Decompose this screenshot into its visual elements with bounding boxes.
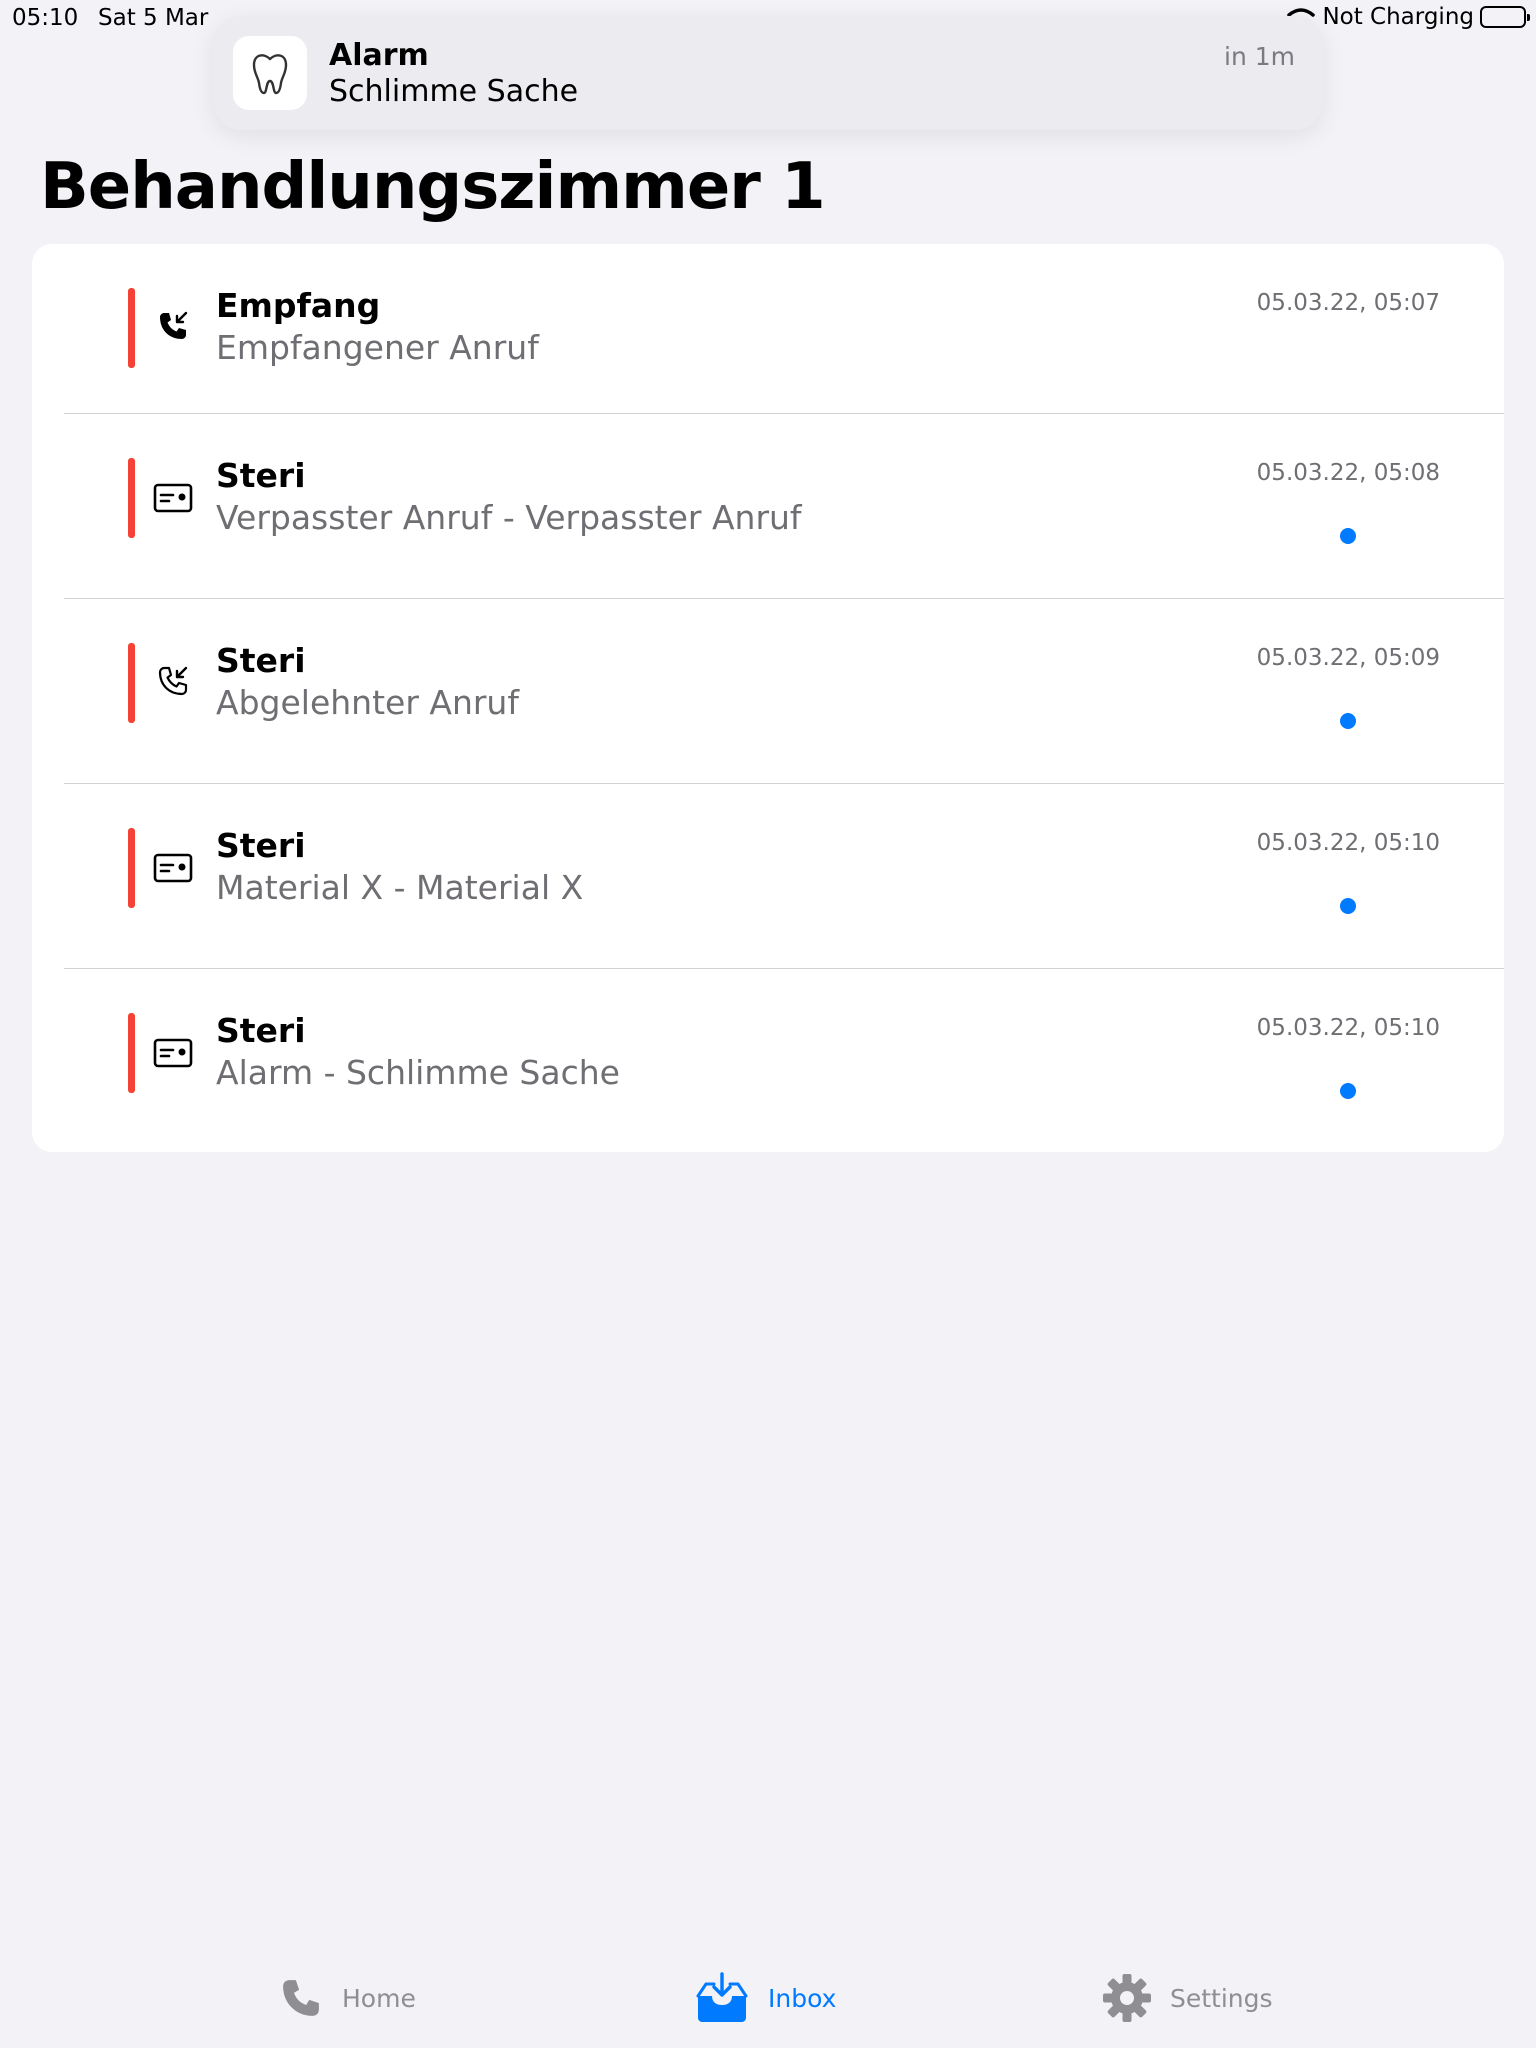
item-timestamp: 05.03.22, 05:08 — [1256, 460, 1440, 486]
unread-dot — [1340, 1083, 1356, 1099]
unread-dot — [1340, 898, 1356, 914]
notification-body: Schlimme Sache — [329, 74, 579, 109]
inbox-icon — [694, 1972, 750, 2024]
phone-icon — [278, 1975, 324, 2021]
priority-indicator — [128, 458, 135, 538]
priority-indicator — [128, 1013, 135, 1093]
battery-icon — [1480, 6, 1530, 28]
tooth-icon — [233, 36, 307, 110]
tab-label: Inbox — [768, 1983, 837, 2013]
list-item[interactable]: Empfang Empfangener Anruf 05.03.22, 05:0… — [64, 244, 1504, 414]
priority-indicator — [128, 643, 135, 723]
status-time: 05:10 — [12, 5, 79, 31]
item-timestamp: 05.03.22, 05:10 — [1256, 1015, 1440, 1041]
notification-title: Alarm — [329, 38, 429, 73]
charging-status: Not Charging — [1322, 4, 1474, 30]
list-item[interactable]: Steri Alarm - Schlimme Sache 05.03.22, 0… — [64, 969, 1504, 1152]
tab-bar: Home Inbox Settings — [0, 1948, 1536, 2048]
notification-banner[interactable]: Alarm Schlimme Sache in 1m — [213, 16, 1323, 130]
item-title: Steri — [216, 1011, 306, 1050]
tab-label: Settings — [1170, 1983, 1273, 2013]
notification-time: in 1m — [1224, 42, 1295, 71]
item-timestamp: 05.03.22, 05:07 — [1256, 290, 1440, 316]
status-right: Not Charging — [1286, 4, 1530, 30]
list-item[interactable]: Steri Abgelehnter Anruf 05.03.22, 05:09 — [64, 599, 1504, 784]
message-card-icon — [152, 477, 194, 519]
item-timestamp: 05.03.22, 05:09 — [1256, 645, 1440, 671]
declined-call-icon — [152, 660, 194, 702]
item-subtitle: Alarm - Schlimme Sache — [216, 1053, 620, 1092]
message-card-icon — [152, 847, 194, 889]
item-timestamp: 05.03.22, 05:10 — [1256, 830, 1440, 856]
item-subtitle: Empfangener Anruf — [216, 328, 539, 367]
item-subtitle: Abgelehnter Anruf — [216, 683, 519, 722]
item-title: Steri — [216, 826, 306, 865]
unread-dot — [1340, 528, 1356, 544]
list-item[interactable]: Steri Verpasster Anruf - Verpasster Anru… — [64, 414, 1504, 599]
priority-indicator — [128, 828, 135, 908]
item-title: Steri — [216, 456, 306, 495]
status-date: Sat 5 Mar — [98, 5, 209, 31]
unread-dot — [1340, 713, 1356, 729]
inbox-list: Empfang Empfangener Anruf 05.03.22, 05:0… — [32, 244, 1504, 1152]
message-card-icon — [152, 1032, 194, 1074]
page-title: Behandlungszimmer 1 — [40, 150, 826, 224]
gear-icon — [1102, 1973, 1152, 2023]
tab-settings[interactable]: Settings — [1102, 1948, 1273, 2048]
tab-home[interactable]: Home — [278, 1948, 416, 2048]
tab-inbox[interactable]: Inbox — [694, 1948, 836, 2048]
priority-indicator — [128, 288, 135, 368]
item-subtitle: Material X - Material X — [216, 868, 584, 907]
item-subtitle: Verpasster Anruf - Verpasster Anruf — [216, 498, 802, 537]
incoming-call-icon — [152, 305, 194, 347]
item-title: Empfang — [216, 286, 381, 325]
tab-label: Home — [342, 1983, 416, 2013]
list-item[interactable]: Steri Material X - Material X 05.03.22, … — [64, 784, 1504, 969]
item-title: Steri — [216, 641, 306, 680]
